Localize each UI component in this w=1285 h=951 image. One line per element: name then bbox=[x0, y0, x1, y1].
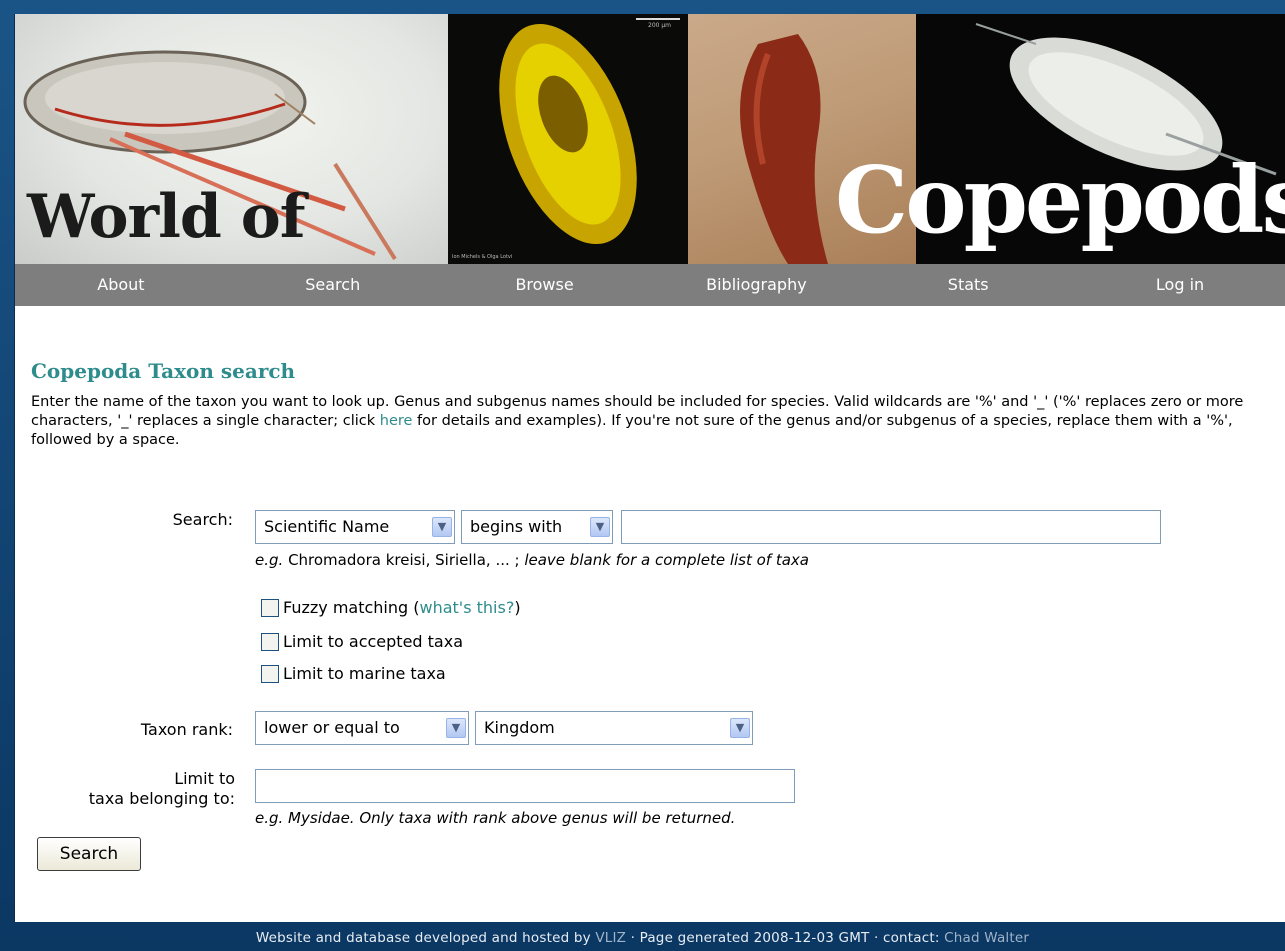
header-banner: World of 200 µm Ion Michels & Olga Lotvi bbox=[15, 14, 1285, 264]
contact-link[interactable]: Chad Walter bbox=[944, 930, 1029, 946]
nav-bibliography[interactable]: Bibliography bbox=[650, 264, 862, 306]
nav-search[interactable]: Search bbox=[227, 264, 439, 306]
rank-operator-value: lower or equal to bbox=[264, 718, 400, 737]
accepted-checkbox[interactable] bbox=[261, 632, 279, 651]
chevron-down-icon: ▼ bbox=[730, 718, 750, 738]
limit-taxa-input[interactable] bbox=[255, 769, 795, 803]
search-input[interactable] bbox=[621, 510, 1161, 544]
marine-label: Limit to marine taxa bbox=[283, 664, 446, 683]
field-select-value: Scientific Name bbox=[264, 517, 390, 536]
field-select[interactable]: Scientific Name ▼ bbox=[255, 510, 455, 544]
nav-about[interactable]: About bbox=[15, 264, 227, 306]
limit-label-line2: taxa belonging to: bbox=[88, 789, 235, 808]
nav-browse[interactable]: Browse bbox=[439, 264, 651, 306]
chevron-down-icon: ▼ bbox=[432, 517, 452, 537]
marine-checkbox[interactable] bbox=[261, 664, 279, 683]
scale-label: 200 µm bbox=[648, 22, 672, 29]
search-hint-note: leave blank for a complete list of taxa bbox=[519, 551, 810, 569]
limit-label-line1: Limit to bbox=[174, 769, 235, 788]
main-nav: About Search Browse Bibliography Stats L… bbox=[15, 264, 1285, 306]
footer: Website and database developed and hoste… bbox=[0, 926, 1285, 951]
nav-log-in[interactable]: Log in bbox=[1074, 264, 1285, 306]
fuzzy-row: Fuzzy matching (what's this?) bbox=[261, 598, 521, 617]
nav-stats[interactable]: Stats bbox=[862, 264, 1074, 306]
main-content: Copepoda Taxon search Enter the name of … bbox=[31, 359, 1276, 450]
accepted-row: Limit to accepted taxa bbox=[261, 632, 463, 651]
banner-photo-confocal: 200 µm Ion Michels & Olga Lotvi bbox=[448, 14, 688, 264]
fuzzy-checkbox[interactable] bbox=[261, 598, 279, 617]
chevron-down-icon: ▼ bbox=[590, 517, 610, 537]
rank-label: Taxon rank: bbox=[140, 720, 233, 739]
search-hint-eg: e.g. bbox=[255, 551, 284, 569]
fuzzy-help-link[interactable]: what's this? bbox=[420, 598, 515, 617]
marine-row: Limit to marine taxa bbox=[261, 664, 446, 683]
chevron-down-icon: ▼ bbox=[446, 718, 466, 738]
copepod-illustration-2 bbox=[499, 24, 637, 244]
match-select-value: begins with bbox=[470, 517, 563, 536]
site-title-world-of: World of bbox=[27, 182, 306, 252]
fuzzy-label-close: ) bbox=[514, 598, 521, 617]
page-container: World of 200 µm Ion Michels & Olga Lotvi bbox=[14, 14, 1285, 922]
fuzzy-label: Fuzzy matching ( bbox=[283, 598, 420, 617]
limit-hint-text: e.g. Mysidae. Only taxa with rank above … bbox=[255, 809, 736, 827]
wildcard-help-link[interactable]: here bbox=[380, 413, 413, 429]
rank-select[interactable]: Kingdom ▼ bbox=[475, 711, 753, 745]
footer-text-1: Website and database developed and hoste… bbox=[255, 930, 596, 946]
search-hint: e.g. Chromadora kreisi, Siriella, ... ; … bbox=[255, 551, 809, 569]
photo-credit: Ion Michels & Olga Lotvi bbox=[452, 254, 513, 260]
footer-text-2: · Page generated 2008-12-03 GMT · contac… bbox=[626, 930, 945, 946]
search-hint-examples: Chromadora kreisi, Siriella, ... ; bbox=[283, 551, 520, 569]
site-title-copepods: Copepods bbox=[835, 146, 1285, 254]
match-select[interactable]: begins with ▼ bbox=[461, 510, 613, 544]
page-title: Copepoda Taxon search bbox=[31, 359, 296, 383]
rank-select-value: Kingdom bbox=[484, 718, 555, 737]
limit-label: Limit to taxa belonging to: bbox=[35, 769, 235, 809]
intro-text: Enter the name of the taxon you want to … bbox=[31, 393, 1276, 450]
rank-operator-select[interactable]: lower or equal to ▼ bbox=[255, 711, 469, 745]
banner-photo-calanus: World of bbox=[15, 14, 448, 264]
limit-hint: e.g. Mysidae. Only taxa with rank above … bbox=[255, 809, 735, 827]
accepted-label: Limit to accepted taxa bbox=[283, 632, 464, 651]
scale-bar bbox=[636, 18, 680, 20]
search-label: Search: bbox=[172, 510, 233, 529]
search-button[interactable]: Search bbox=[37, 837, 141, 871]
vliz-link[interactable]: VLIZ bbox=[595, 930, 626, 946]
